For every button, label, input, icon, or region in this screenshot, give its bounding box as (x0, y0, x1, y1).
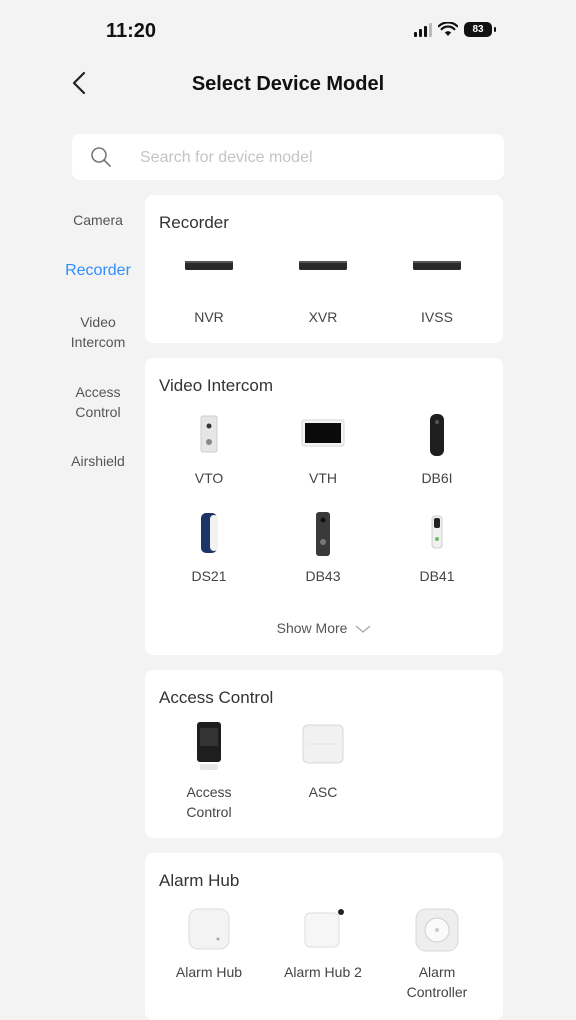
device-ivss[interactable]: IVSS (380, 253, 494, 327)
section-video-intercom: Video Intercom VTO VTH DB6I DS21 DB43 DB… (145, 358, 503, 655)
device-label: Alarm Controller (406, 964, 468, 1000)
wifi-icon (438, 22, 458, 36)
device-label: Alarm Hub (175, 964, 243, 980)
section-title: Access Control (159, 688, 274, 707)
sidebar-item-camera[interactable]: Camera (50, 210, 146, 230)
device-vto[interactable]: VTO (152, 414, 266, 488)
asc-device-icon (302, 724, 344, 764)
search-icon (91, 147, 111, 167)
alarm-hub-device-icon (188, 908, 230, 950)
device-label: Alarm Hub 2 (284, 964, 362, 980)
sidebar-item-access-control[interactable]: Access Control (50, 382, 146, 422)
device-label: VTH (309, 470, 337, 486)
device-alarm-hub-2[interactable]: Alarm Hub 2 (266, 908, 380, 982)
page-title: Select Device Model (191, 73, 385, 95)
search-bar[interactable] (72, 134, 504, 182)
device-label: XVR (308, 309, 338, 325)
device-db43[interactable]: DB43 (266, 512, 380, 586)
chevron-down-icon (355, 625, 371, 634)
device-asc[interactable]: ASC (266, 722, 380, 802)
status-time: 11:20 (106, 20, 157, 42)
device-label: IVSS (421, 309, 453, 325)
device-vth[interactable]: VTH (266, 414, 380, 488)
device-db6i[interactable]: DB6I (380, 414, 494, 488)
access-control-device-icon (197, 722, 221, 770)
device-label: ASC (308, 784, 338, 800)
device-label: DB6I (421, 470, 453, 486)
device-xvr[interactable]: XVR (266, 253, 380, 327)
show-more-label: Show More (276, 620, 348, 636)
section-recorder: Recorder NVR XVR IVSS (145, 195, 503, 343)
section-access-control: Access Control Access Control ASC (145, 670, 503, 838)
section-title: Alarm Hub (159, 871, 240, 890)
status-bar: 11:20 83 (0, 0, 576, 62)
alarm-hub-2-device-icon (304, 909, 344, 948)
db41-device-icon (431, 515, 443, 549)
sidebar-item-airshield[interactable]: Airshield (50, 451, 146, 471)
db6i-device-icon (430, 414, 444, 456)
xvr-device-icon (299, 261, 347, 270)
ds21-device-icon (201, 513, 218, 553)
device-db41[interactable]: DB41 (380, 512, 494, 586)
device-label: Access Control (186, 784, 232, 820)
device-alarm-hub[interactable]: Alarm Hub (152, 908, 266, 982)
vth-device-icon (301, 419, 345, 447)
sidebar-item-recorder[interactable]: Recorder (50, 261, 146, 281)
section-alarm-hub: Alarm Hub Alarm Hub Alarm Hub 2 Alarm Co… (145, 853, 503, 1020)
show-more-button[interactable]: Show More (145, 620, 503, 636)
device-label: DB41 (419, 568, 455, 584)
alarm-controller-device-icon (415, 908, 459, 952)
device-label: DB43 (305, 568, 341, 584)
nav-bar: Select Device Model (0, 62, 576, 106)
device-access-control[interactable]: Access Control (152, 722, 266, 822)
device-label: NVR (194, 309, 224, 325)
vto-device-icon (200, 415, 218, 453)
device-label: VTO (194, 470, 224, 486)
device-ds21[interactable]: DS21 (152, 512, 266, 586)
ivss-device-icon (413, 261, 461, 270)
signal-icon (414, 22, 432, 37)
device-nvr[interactable]: NVR (152, 253, 266, 327)
section-title: Recorder (159, 213, 229, 232)
device-alarm-controller[interactable]: Alarm Controller (380, 908, 494, 1002)
section-title: Video Intercom (159, 376, 274, 395)
device-label: DS21 (191, 568, 227, 584)
nvr-device-icon (185, 261, 233, 270)
db43-device-icon (316, 512, 330, 556)
search-input[interactable] (138, 134, 492, 182)
sidebar-item-video-intercom[interactable]: Video Intercom (50, 312, 146, 352)
status-icons: 83 (414, 22, 496, 37)
battery-icon: 83 (464, 22, 496, 37)
